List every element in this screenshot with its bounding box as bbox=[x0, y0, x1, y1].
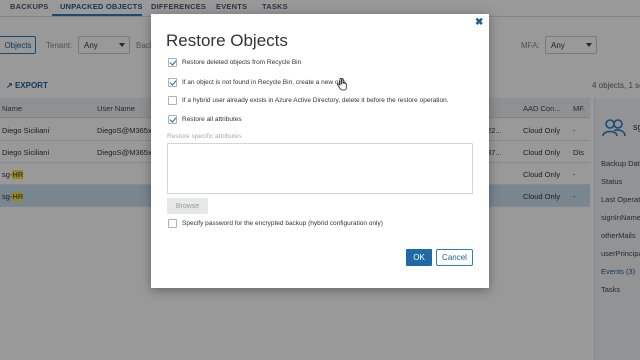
option-label: Restore all attributes bbox=[182, 116, 242, 123]
cancel-button[interactable]: Cancel bbox=[436, 249, 473, 266]
checkbox-unchecked[interactable] bbox=[168, 96, 177, 105]
option-label: Restore deleted objects from Recycle Bin bbox=[182, 59, 302, 66]
option-create-if-not-found[interactable]: If an object is not found in Recycle Bin… bbox=[168, 78, 408, 88]
ok-button[interactable]: OK bbox=[406, 249, 432, 266]
specific-attributes-label: Restore specific attributes bbox=[167, 133, 242, 140]
dialog-title: Restore Objects bbox=[166, 31, 288, 50]
option-delete-existing-hybrid-user[interactable]: If a hybrid user already exists in Azure… bbox=[168, 96, 468, 106]
option-encrypted-backup-password[interactable]: Specify password for the encrypted backu… bbox=[168, 219, 428, 229]
checkbox-checked[interactable] bbox=[168, 115, 177, 124]
option-label: Specify password for the encrypted backu… bbox=[182, 220, 383, 227]
checkbox-checked[interactable] bbox=[168, 78, 177, 87]
browse-button[interactable]: Browse bbox=[167, 198, 208, 214]
option-restore-all-attributes[interactable]: Restore all attributes bbox=[168, 115, 288, 125]
option-label: If an object is not found in Recycle Bin… bbox=[182, 79, 346, 86]
option-label: If a hybrid user already exists in Azure… bbox=[182, 97, 449, 104]
close-icon[interactable]: ✖ bbox=[475, 17, 483, 28]
checkbox-unchecked[interactable] bbox=[168, 219, 177, 228]
option-restore-from-recycle-bin[interactable]: Restore deleted objects from Recycle Bin bbox=[168, 58, 368, 68]
restore-objects-dialog: ✖ Restore Objects Restore deleted object… bbox=[151, 14, 489, 288]
checkbox-checked[interactable] bbox=[168, 58, 177, 67]
specific-attributes-textarea[interactable] bbox=[167, 143, 473, 194]
hand-cursor-icon bbox=[337, 78, 347, 93]
